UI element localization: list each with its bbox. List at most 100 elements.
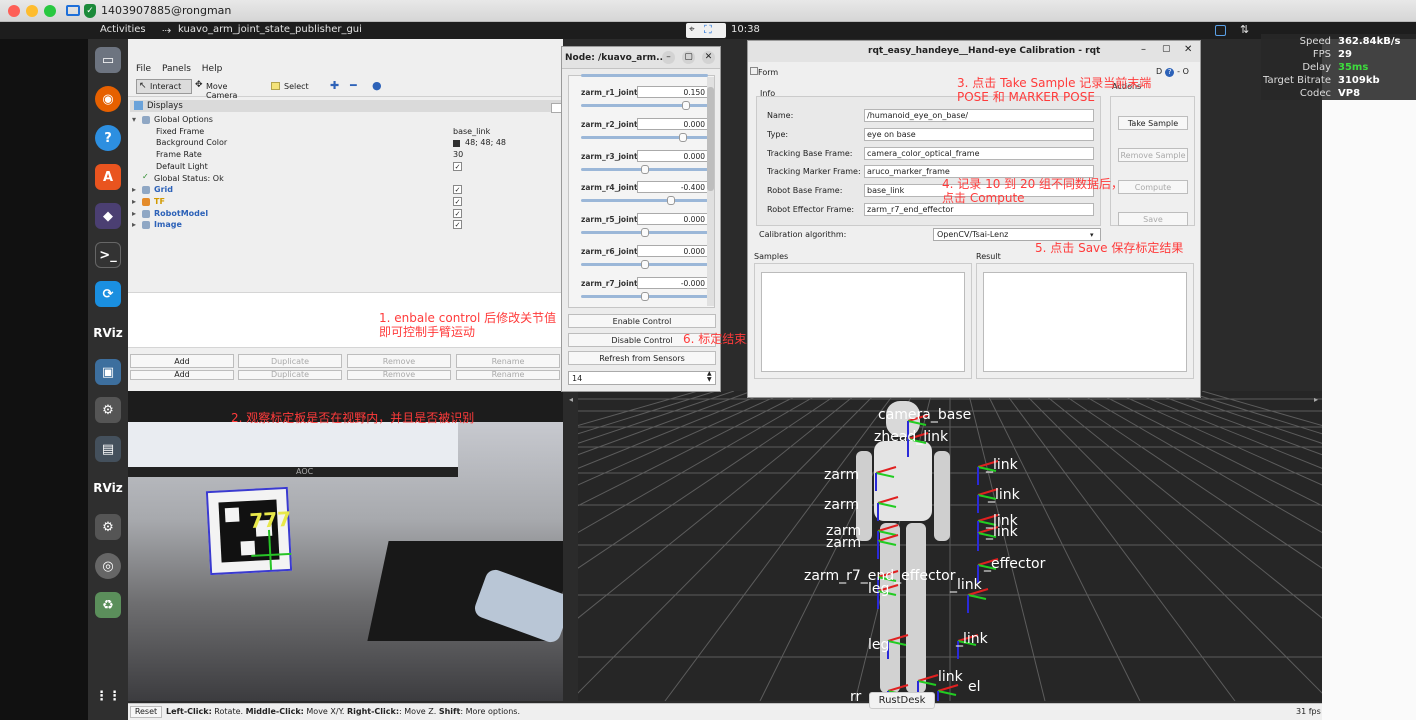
- display-tree-value[interactable]: ✓: [453, 196, 462, 206]
- display-tree-value[interactable]: 30: [453, 150, 463, 159]
- app-grid-icon[interactable]: ⋮⋮: [95, 683, 121, 709]
- trash-icon[interactable]: ♻: [95, 592, 121, 618]
- display-tree-row[interactable]: ▸ TF ✓: [132, 196, 560, 209]
- maximize-icon[interactable]: ▢: [682, 51, 695, 64]
- joint-slider-handle[interactable]: [640, 164, 649, 174]
- color-swatch[interactable]: [453, 140, 460, 148]
- info-field-input[interactable]: camera_color_optical_frame: [864, 146, 1094, 160]
- tray-rustdesk-icon[interactable]: [1215, 25, 1226, 36]
- refresh-sensors-button[interactable]: Refresh from Sensors: [568, 351, 716, 365]
- remote-toolbar[interactable]: ⌖ ⛶: [686, 23, 726, 38]
- minimize-icon[interactable]: –: [662, 51, 675, 64]
- minimize-icon-2[interactable]: –: [1141, 44, 1146, 55]
- software-icon[interactable]: A: [95, 164, 121, 190]
- save-button[interactable]: Save: [1118, 212, 1188, 226]
- joint-scrollbar-thumb[interactable]: [707, 87, 714, 191]
- rviz-3d-view[interactable]: camera_base zhead_link _link zarm _link zarm _…: [578, 391, 1322, 701]
- terminal-icon[interactable]: >_: [95, 242, 121, 268]
- app-name[interactable]: kuavo_arm_joint_state_publisher_gui: [178, 24, 362, 35]
- add-display-button[interactable]: Add: [130, 354, 234, 368]
- joint-value-field[interactable]: 0.150: [637, 86, 709, 98]
- files-icon[interactable]: ▭: [95, 47, 121, 73]
- fullscreen-icon[interactable]: ⛶: [704, 23, 712, 37]
- activities-button[interactable]: Activities: [100, 24, 146, 35]
- display-icon[interactable]: ▤: [95, 436, 121, 462]
- joint-value-field[interactable]: 0.000: [637, 149, 709, 162]
- spin-arrows-icon[interactable]: ▲ ▼: [707, 371, 712, 383]
- joint-slider-handle[interactable]: [678, 132, 687, 142]
- duplicate-display-button[interactable]: Duplicate: [238, 354, 342, 368]
- display-tree-row[interactable]: Frame Rate 30: [132, 150, 560, 162]
- display-tree-row[interactable]: ▸ RobotModel ✓: [132, 208, 560, 221]
- display-tree-value[interactable]: ✓: [453, 208, 462, 218]
- plugin-controls[interactable]: D? - O: [1156, 67, 1189, 77]
- joint-value-field[interactable]: 0.000: [637, 245, 709, 257]
- rename-display-button-2[interactable]: Rename: [456, 370, 560, 380]
- minimize-window-button[interactable]: [26, 5, 38, 17]
- info-field-input[interactable]: eye on base: [864, 127, 1094, 141]
- joint-slider[interactable]: [581, 164, 708, 174]
- expand-arrow-icon[interactable]: ▾: [132, 115, 136, 124]
- network-icon[interactable]: ⇅: [1240, 23, 1249, 36]
- display-tree-row[interactable]: Background Color 48; 48; 48: [132, 138, 560, 150]
- rustdesk-icon[interactable]: ⟳: [95, 281, 121, 307]
- expand-arrow-icon[interactable]: ▸: [132, 197, 136, 206]
- display-tree-value[interactable]: 48; 48; 48: [465, 138, 506, 147]
- select-tool[interactable]: Select: [271, 80, 311, 94]
- joint-slider-handle[interactable]: [640, 260, 649, 269]
- remove-sample-button[interactable]: Remove Sample: [1118, 148, 1188, 162]
- display-tree-value[interactable]: ✓: [453, 161, 462, 171]
- expand-arrow-icon[interactable]: ▸: [132, 209, 136, 218]
- rviz-icon[interactable]: RViz: [93, 320, 122, 346]
- expand-arrow-icon[interactable]: ▸: [132, 185, 136, 194]
- add-display-button-2[interactable]: Add: [130, 370, 234, 380]
- firefox-icon[interactable]: ◉: [95, 86, 121, 112]
- rviz-icon-2[interactable]: RViz: [93, 475, 122, 501]
- menu-help[interactable]: Help: [202, 64, 223, 74]
- display-tree-row[interactable]: ▸ Image ✓: [132, 220, 560, 232]
- joint-slider-handle[interactable]: [666, 196, 675, 206]
- joint-value-field[interactable]: 0.000: [637, 117, 709, 130]
- joint-value-field[interactable]: 0.000: [637, 213, 709, 226]
- algorithm-select[interactable]: OpenCV/Tsai-Lenz ▾: [933, 228, 1101, 241]
- info-field-input[interactable]: /humanoid_eye_on_base/: [864, 109, 1094, 122]
- joint-slider-partial[interactable]: [581, 74, 708, 77]
- rustdesk-tab[interactable]: RustDesk: [869, 692, 935, 709]
- display-tree-row[interactable]: ▾ Global Options: [132, 115, 560, 127]
- enable-control-button[interactable]: Enable Control: [568, 314, 716, 328]
- remove-tool-icon[interactable]: ━: [350, 79, 357, 92]
- disc-icon[interactable]: ◎: [95, 553, 121, 579]
- rename-display-button[interactable]: Rename: [456, 354, 560, 368]
- compute-button[interactable]: Compute: [1118, 180, 1188, 194]
- joint-slider-handle[interactable]: [640, 228, 649, 238]
- take-sample-button[interactable]: Take Sample: [1118, 116, 1188, 130]
- menu-file[interactable]: File: [136, 64, 151, 74]
- display-tree-row[interactable]: Default Light ✓: [132, 161, 560, 174]
- joint-value-field[interactable]: -0.400: [637, 181, 709, 194]
- close-icon-2[interactable]: ✕: [1184, 44, 1192, 55]
- joint-slider[interactable]: [581, 228, 708, 238]
- settings-icon-2[interactable]: ⚙: [95, 514, 121, 540]
- clock[interactable]: 10:38: [731, 24, 760, 35]
- joint-slider[interactable]: [581, 260, 708, 269]
- help-icon[interactable]: ?: [95, 125, 121, 151]
- zoom-window-button[interactable]: [44, 5, 56, 17]
- joint-slider[interactable]: [581, 196, 708, 206]
- joint-scrollbar[interactable]: [707, 77, 714, 306]
- result-text[interactable]: [983, 272, 1187, 372]
- display-tree-value[interactable]: ✓: [453, 220, 462, 230]
- pin-icon[interactable]: ⌖: [689, 24, 695, 35]
- cat-icon[interactable]: ◆: [95, 203, 121, 229]
- move-camera-tool[interactable]: ✥ Move Camera: [195, 80, 257, 100]
- close-icon[interactable]: ✕: [702, 51, 715, 64]
- reset-button[interactable]: Reset: [130, 706, 162, 718]
- menu-panels[interactable]: Panels: [162, 64, 191, 74]
- remove-display-button[interactable]: Remove: [347, 354, 451, 368]
- joint-slider[interactable]: [581, 291, 708, 301]
- count-spinbox[interactable]: 14 ▲ ▼: [568, 371, 716, 385]
- interact-tool[interactable]: ↖ Interact: [136, 79, 192, 94]
- joint-slider-handle[interactable]: [640, 291, 649, 301]
- joint-slider[interactable]: [581, 101, 708, 110]
- display-tree-row[interactable]: ▸ Grid ✓: [132, 185, 560, 197]
- remove-display-button-2[interactable]: Remove: [347, 370, 451, 380]
